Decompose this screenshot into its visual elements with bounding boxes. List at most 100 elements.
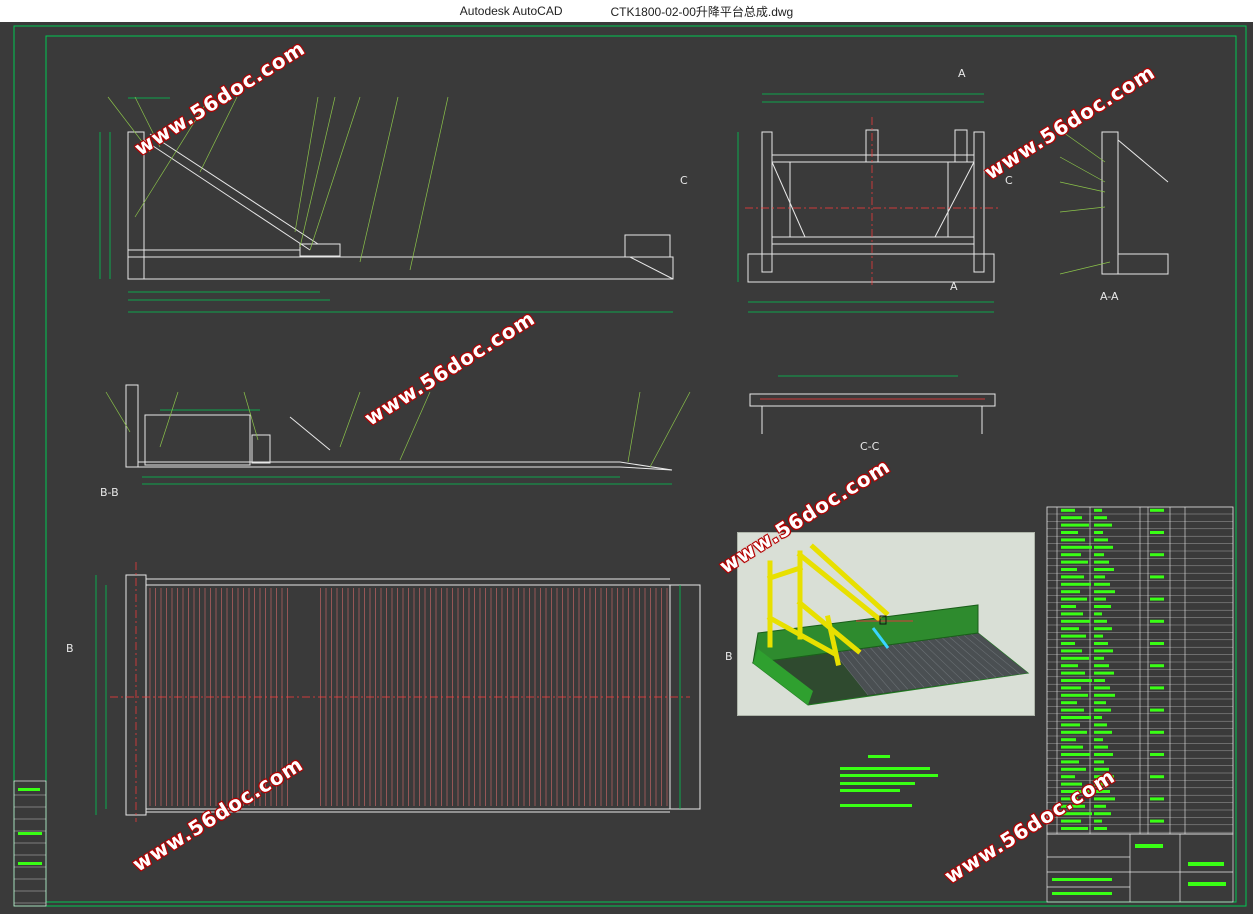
front-view-dimensions: [99, 97, 673, 313]
table-cell-mark: [1094, 804, 1106, 808]
3d-model-image: [751, 543, 1030, 706]
table-cell-mark: [1094, 575, 1105, 579]
table-cell-mark: [1061, 775, 1075, 779]
table-cell-mark: [1150, 597, 1164, 601]
table-cell-mark: [1061, 508, 1075, 512]
table-cell-mark: [1094, 590, 1115, 594]
section-bb-label: B-B: [100, 486, 119, 499]
table-cell-mark: [1094, 775, 1114, 779]
section-cc-label: C-C: [860, 440, 880, 453]
section-aa-view: [1101, 131, 1169, 275]
table-cell-mark: [1150, 819, 1164, 823]
table-cell-mark: [1094, 679, 1105, 682]
table-cell-mark: [1061, 545, 1092, 549]
parts-list-table: [1046, 506, 1234, 835]
table-cell-mark: [1094, 523, 1112, 527]
table-cell-mark: [1061, 716, 1091, 719]
table-cell-mark: [1061, 560, 1088, 564]
table-cell-mark: [1061, 693, 1088, 697]
section-b-marker-right: B: [725, 650, 733, 663]
table-cell-mark: [1150, 686, 1164, 690]
table-cell-mark: [1094, 716, 1102, 719]
technical-notes: [840, 755, 938, 807]
section-bb-leaders: [105, 391, 691, 468]
table-cell-mark: [1150, 531, 1164, 534]
table-cell-mark: [1094, 760, 1104, 764]
table-cell-mark: [1061, 671, 1085, 675]
section-aa-label: A-A: [1100, 290, 1119, 303]
table-cell-mark: [1061, 568, 1077, 571]
section-a-marker-bottom: A: [950, 280, 958, 293]
table-cell-mark: [1150, 708, 1164, 712]
table-cell-mark: [1094, 612, 1102, 616]
table-cell-mark: [1061, 812, 1092, 816]
table-cell-mark: [1094, 790, 1110, 793]
table-cell-mark: [1061, 605, 1076, 608]
table-cell-mark: [1094, 560, 1109, 564]
table-cell-mark: [1061, 730, 1087, 734]
table-cell-mark: [1094, 708, 1111, 712]
table-cell-mark: [1094, 701, 1106, 705]
table-cell-mark: [1094, 531, 1103, 534]
table-cell-mark: [1094, 664, 1109, 668]
table-cell-mark: [1061, 767, 1086, 771]
section-b-marker-left: B: [66, 642, 74, 655]
table-cell-mark: [1061, 804, 1085, 808]
front-view: [127, 131, 674, 280]
table-cell-mark: [1094, 819, 1102, 823]
table-cell-mark: [1094, 827, 1107, 830]
table-cell-mark: [1150, 575, 1164, 579]
plan-view-dimensions: [95, 575, 681, 815]
table-cell-mark: [1094, 782, 1105, 786]
section-c-marker-right: C: [1005, 174, 1013, 187]
table-cell-mark: [1094, 642, 1108, 645]
side-view-centerlines: [745, 117, 1000, 287]
table-cell-mark: [1061, 516, 1082, 520]
table-cell-mark: [1150, 508, 1164, 512]
table-cell-mark: [1094, 656, 1104, 660]
table-cell-mark: [1094, 538, 1108, 542]
table-cell-mark: [1094, 723, 1107, 727]
3d-render-preview: [737, 532, 1035, 716]
table-cell-mark: [1094, 568, 1114, 571]
app-title: Autodesk AutoCAD: [459, 4, 563, 18]
drawing-sheet: [13, 25, 1247, 907]
table-cell-mark: [1061, 738, 1076, 742]
table-cell-mark: [1061, 538, 1085, 542]
table-cell-mark: [1094, 767, 1109, 771]
table-cell-mark: [1150, 730, 1164, 734]
inner-frame: [45, 35, 1237, 903]
table-cell-mark: [1061, 790, 1089, 793]
table-cell-mark: [1150, 753, 1164, 756]
table-cell-mark: [1061, 760, 1079, 764]
table-cell-mark: [1061, 686, 1081, 690]
table-cell-mark: [1061, 708, 1084, 712]
table-cell-mark: [1061, 531, 1078, 534]
table-cell-mark: [1094, 797, 1115, 801]
table-cell-mark: [1061, 819, 1081, 823]
table-cell-mark: [1150, 619, 1164, 623]
table-cell-mark: [1094, 516, 1107, 520]
drawing-canvas[interactable]: B-B A-A C-C A A C C B B www.56doc.com ww…: [0, 22, 1253, 914]
table-cell-mark: [1061, 753, 1090, 756]
table-cell-mark: [1094, 545, 1113, 549]
table-cell-mark: [1061, 701, 1077, 705]
table-cell-mark: [1061, 642, 1075, 645]
table-cell-mark: [1094, 627, 1112, 631]
side-view: [747, 129, 995, 283]
table-cell-mark: [1150, 664, 1164, 668]
file-title: CTK1800-02-00升降平台总成.dwg: [610, 4, 794, 19]
table-cell-mark: [1094, 605, 1111, 608]
table-cell-mark: [1094, 619, 1107, 623]
table-cell-mark: [1061, 582, 1091, 586]
table-cell-mark: [1061, 634, 1086, 638]
table-cell-mark: [1061, 627, 1079, 631]
section-bb-dimensions: [142, 409, 672, 485]
table-cell-mark: [1094, 745, 1108, 749]
table-cell-mark: [1061, 827, 1088, 830]
table-cell-mark: [1150, 553, 1164, 557]
table-cell-mark: [1061, 782, 1082, 786]
table-cell-mark: [1061, 575, 1084, 579]
table-cell-mark: [1061, 612, 1083, 616]
front-view-leaders: [107, 96, 449, 271]
